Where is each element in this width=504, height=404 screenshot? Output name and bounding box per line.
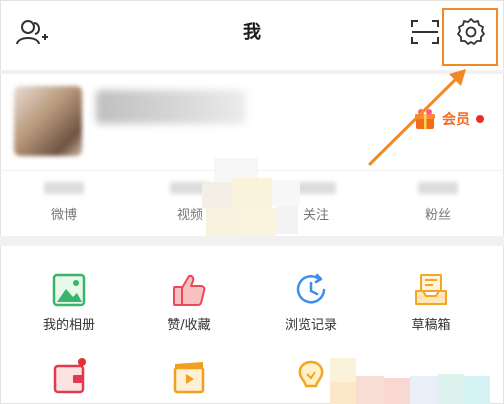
history-clock-icon bbox=[296, 273, 326, 304]
stat-label: 微博 bbox=[50, 208, 77, 223]
stat-followers[interactable]: 粉丝 bbox=[388, 176, 488, 228]
likes-favorites-entry[interactable]: 赞/收藏 bbox=[134, 270, 244, 333]
scan-icon bbox=[411, 20, 439, 44]
privacy-mosaic bbox=[196, 150, 306, 242]
vip-label: 会员 bbox=[442, 112, 470, 128]
stat-weibo[interactable]: 微博 bbox=[14, 176, 114, 228]
stat-label: 粉丝 bbox=[424, 208, 451, 223]
grid-label: 我的相册 bbox=[42, 318, 95, 333]
settings-highlight-box bbox=[442, 8, 498, 66]
vip-entry[interactable]: 会员 bbox=[412, 106, 484, 132]
lightbulb-icon bbox=[298, 360, 324, 388]
wallet-entry[interactable] bbox=[14, 356, 124, 396]
stat-count-blurred bbox=[44, 182, 84, 194]
grid-label: 浏览记录 bbox=[284, 318, 337, 333]
vip-gift-icon bbox=[415, 109, 435, 129]
top-bar: 我 bbox=[0, 0, 504, 66]
username-blurred bbox=[96, 90, 246, 124]
wallet-icon bbox=[53, 358, 86, 394]
photo-album-icon bbox=[52, 273, 86, 307]
drafts-tray-icon bbox=[415, 274, 447, 305]
grid-label: 草稿箱 bbox=[411, 318, 451, 333]
stat-count-blurred bbox=[418, 182, 458, 194]
video-entry[interactable] bbox=[134, 356, 244, 396]
privacy-mosaic bbox=[330, 358, 504, 404]
history-entry[interactable]: 浏览记录 bbox=[256, 270, 366, 333]
avatar[interactable] bbox=[14, 86, 82, 156]
grid-label: 赞/收藏 bbox=[167, 318, 211, 333]
video-clapper-icon bbox=[173, 362, 205, 394]
thumbs-up-icon bbox=[173, 274, 206, 306]
vip-notification-dot bbox=[476, 115, 484, 123]
scan-button[interactable] bbox=[408, 16, 442, 48]
section-divider bbox=[0, 236, 504, 246]
drafts-entry[interactable]: 草稿箱 bbox=[376, 270, 486, 333]
album-entry[interactable]: 我的相册 bbox=[14, 270, 124, 333]
